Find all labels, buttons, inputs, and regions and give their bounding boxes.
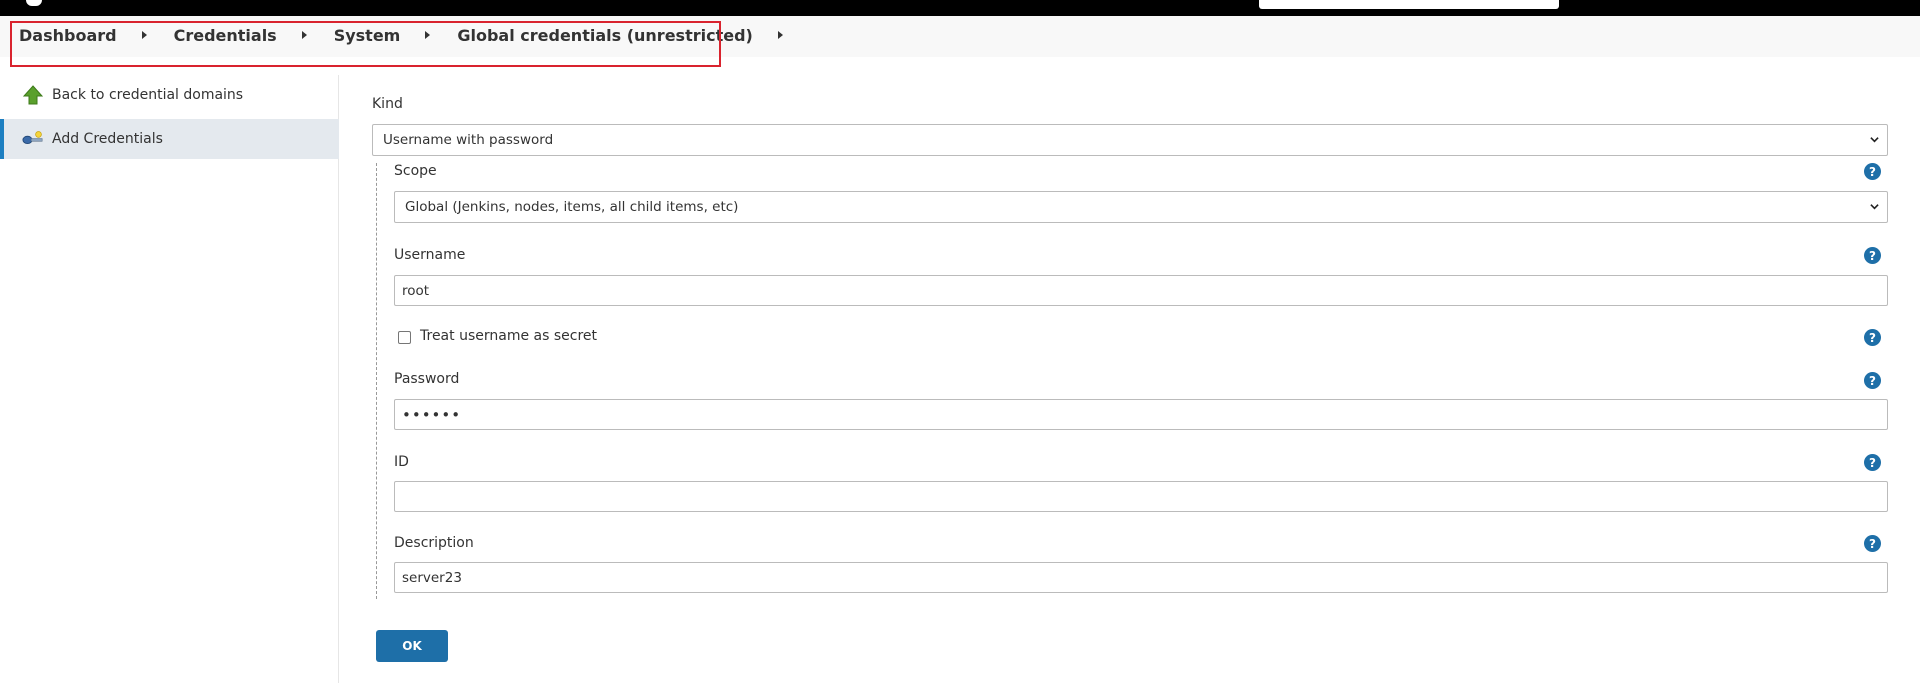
breadcrumb-global-credentials[interactable]: Global credentials (unrestricted) [457,26,752,45]
breadcrumb-chevron-icon[interactable] [141,31,147,39]
breadcrumb-credentials[interactable]: Credentials [174,26,277,45]
kind-select[interactable]: Username with password [372,124,1888,156]
jenkins-logo-icon[interactable] [26,0,42,6]
kind-select-value: Username with password [383,132,554,148]
treat-username-secret-checkbox[interactable] [398,331,411,344]
chevron-down-icon [1870,137,1879,143]
chevron-down-icon [1870,204,1879,210]
treat-username-secret-label: Treat username as secret [420,328,597,344]
id-input[interactable] [394,481,1888,512]
username-help-icon[interactable]: ? [1864,247,1881,264]
breadcrumb-system[interactable]: System [334,26,401,45]
password-help-icon[interactable]: ? [1864,372,1881,389]
description-label: Description [394,535,474,551]
breadcrumb-chevron-icon[interactable] [425,31,431,39]
sidebar-item-back-to-domains[interactable]: Back to credential domains [0,75,339,115]
breadcrumb-chevron-icon[interactable] [777,31,783,39]
breadcrumb-dashboard[interactable]: Dashboard [19,26,117,45]
search-box[interactable] [1259,0,1559,9]
breadcrumb-chevron-icon[interactable] [301,31,307,39]
username-input[interactable] [394,275,1888,306]
nested-section-divider [376,163,377,599]
breadcrumb: Dashboard Credentials System Global cred… [19,20,810,50]
id-help-icon[interactable]: ? [1864,454,1881,471]
description-input[interactable] [394,562,1888,593]
username-label: Username [394,247,466,263]
password-input[interactable] [394,399,1888,430]
scope-select[interactable]: Global (Jenkins, nodes, items, all child… [394,191,1888,223]
key-icon [22,128,44,150]
treat-secret-help-icon[interactable]: ? [1864,329,1881,346]
sidebar-item-label: Back to credential domains [52,87,244,103]
ok-button[interactable]: OK [376,630,448,662]
sidebar: Back to credential domains Add Credentia… [0,75,339,683]
scope-select-value: Global (Jenkins, nodes, items, all child… [405,199,739,215]
up-arrow-icon [22,84,44,106]
password-label: Password [394,371,460,387]
sidebar-item-add-credentials[interactable]: Add Credentials [0,119,339,159]
scope-label: Scope [394,163,437,179]
top-header-bar [0,0,1920,16]
description-help-icon[interactable]: ? [1864,535,1881,552]
sidebar-item-label: Add Credentials [52,131,163,147]
scope-help-icon[interactable]: ? [1864,163,1881,180]
id-label: ID [394,454,409,470]
kind-label: Kind [372,96,403,112]
